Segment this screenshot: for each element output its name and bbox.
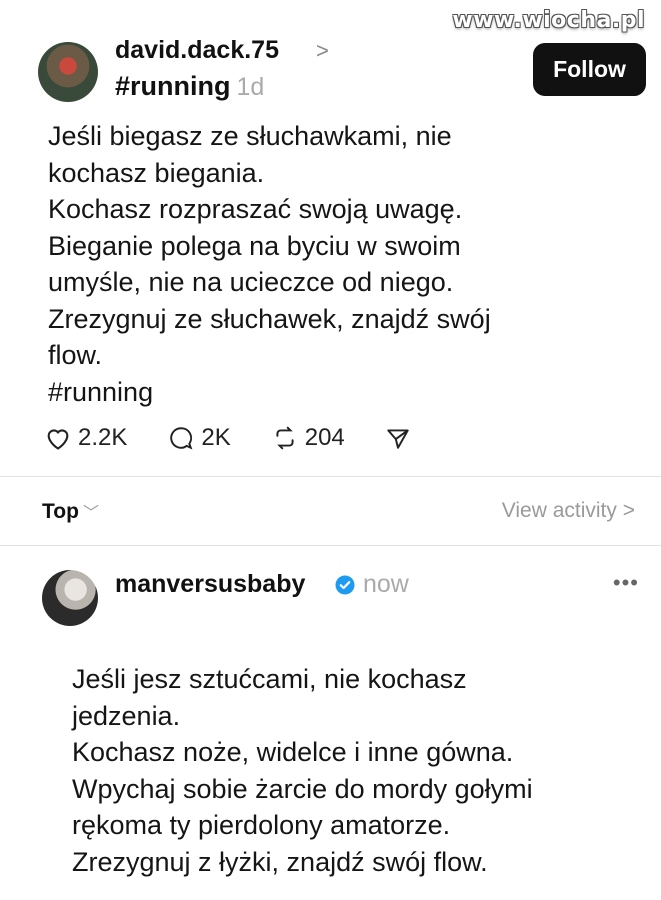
post-topic-line: #running 1d xyxy=(115,71,264,102)
chevron-right-icon: > xyxy=(622,499,635,522)
chevron-right-icon: > xyxy=(316,38,329,63)
divider xyxy=(0,476,661,477)
view-activity-link[interactable]: View activity > xyxy=(502,499,635,523)
repost-icon xyxy=(276,426,294,450)
watermark: www.wiocha.pl xyxy=(452,8,645,33)
heart-icon xyxy=(47,429,69,450)
chevron-down-icon: ﹀ xyxy=(82,505,99,522)
view-activity-label: View activity xyxy=(501,499,617,522)
sort-dropdown[interactable]: Top ﹀ xyxy=(42,499,99,524)
comment-icon xyxy=(170,427,193,450)
post-line: Zrezygnuj ze słuchawek, znajdź swój xyxy=(48,303,491,334)
post-body: Jeśli biegasz ze słuchawkami, nie kochas… xyxy=(48,118,608,410)
reply-line: Wpychaj sobie żarcie do mordy gołymi xyxy=(72,773,533,804)
sort-label: Top xyxy=(42,500,79,523)
post-topic-tag[interactable]: #running xyxy=(115,71,231,101)
like-count: 2.2K xyxy=(78,424,128,451)
reply-line: rękoma ty pierdolony amatorze. xyxy=(72,810,451,840)
post-actions: 2.2K 2K 204 xyxy=(44,424,457,452)
post-username[interactable]: david.dack.75 xyxy=(115,36,279,65)
post-line: kochasz biegania. xyxy=(48,157,265,188)
reply-line: Jeśli jesz sztućcami, nie kochasz xyxy=(72,664,467,694)
post-line: Bieganie polega na byciu w swoim xyxy=(48,230,461,261)
reply-time: now xyxy=(363,570,409,598)
comment-count: 2K xyxy=(201,424,231,451)
follow-button[interactable]: Follow xyxy=(533,43,646,96)
post-line: umyśle, nie na ucieczce od niego. xyxy=(48,267,454,297)
avatar[interactable] xyxy=(38,42,98,102)
post-time: 1d xyxy=(236,73,265,101)
post-hashtag[interactable]: #running xyxy=(48,374,608,411)
reply-line: Kochasz noże, widelce i inne gówna. xyxy=(72,737,514,767)
like-button[interactable]: 2.2K xyxy=(44,424,127,452)
verified-badge-icon xyxy=(335,575,355,595)
more-options-icon[interactable]: ••• xyxy=(613,570,639,596)
reply-username[interactable]: manversusbaby xyxy=(115,570,305,599)
reply-line: Zrezygnuj z łyżki, znajdź swój flow. xyxy=(72,846,488,877)
post-line: Kochasz rozpraszać swoją uwagę. xyxy=(48,194,463,224)
reply-body: Jeśli jesz sztućcami, nie kochasz jedzen… xyxy=(72,661,632,880)
reply-avatar[interactable] xyxy=(42,570,98,626)
comment-button[interactable]: 2K xyxy=(167,424,231,452)
repost-count: 204 xyxy=(304,424,345,451)
repost-button[interactable]: 204 xyxy=(271,424,345,452)
reply-line: jedzenia. xyxy=(72,700,181,731)
share-button[interactable] xyxy=(385,425,417,451)
post-line: flow. xyxy=(48,340,103,370)
send-icon xyxy=(387,429,409,449)
post-line: Jeśli biegasz ze słuchawkami, nie xyxy=(48,121,452,151)
divider xyxy=(0,545,661,546)
